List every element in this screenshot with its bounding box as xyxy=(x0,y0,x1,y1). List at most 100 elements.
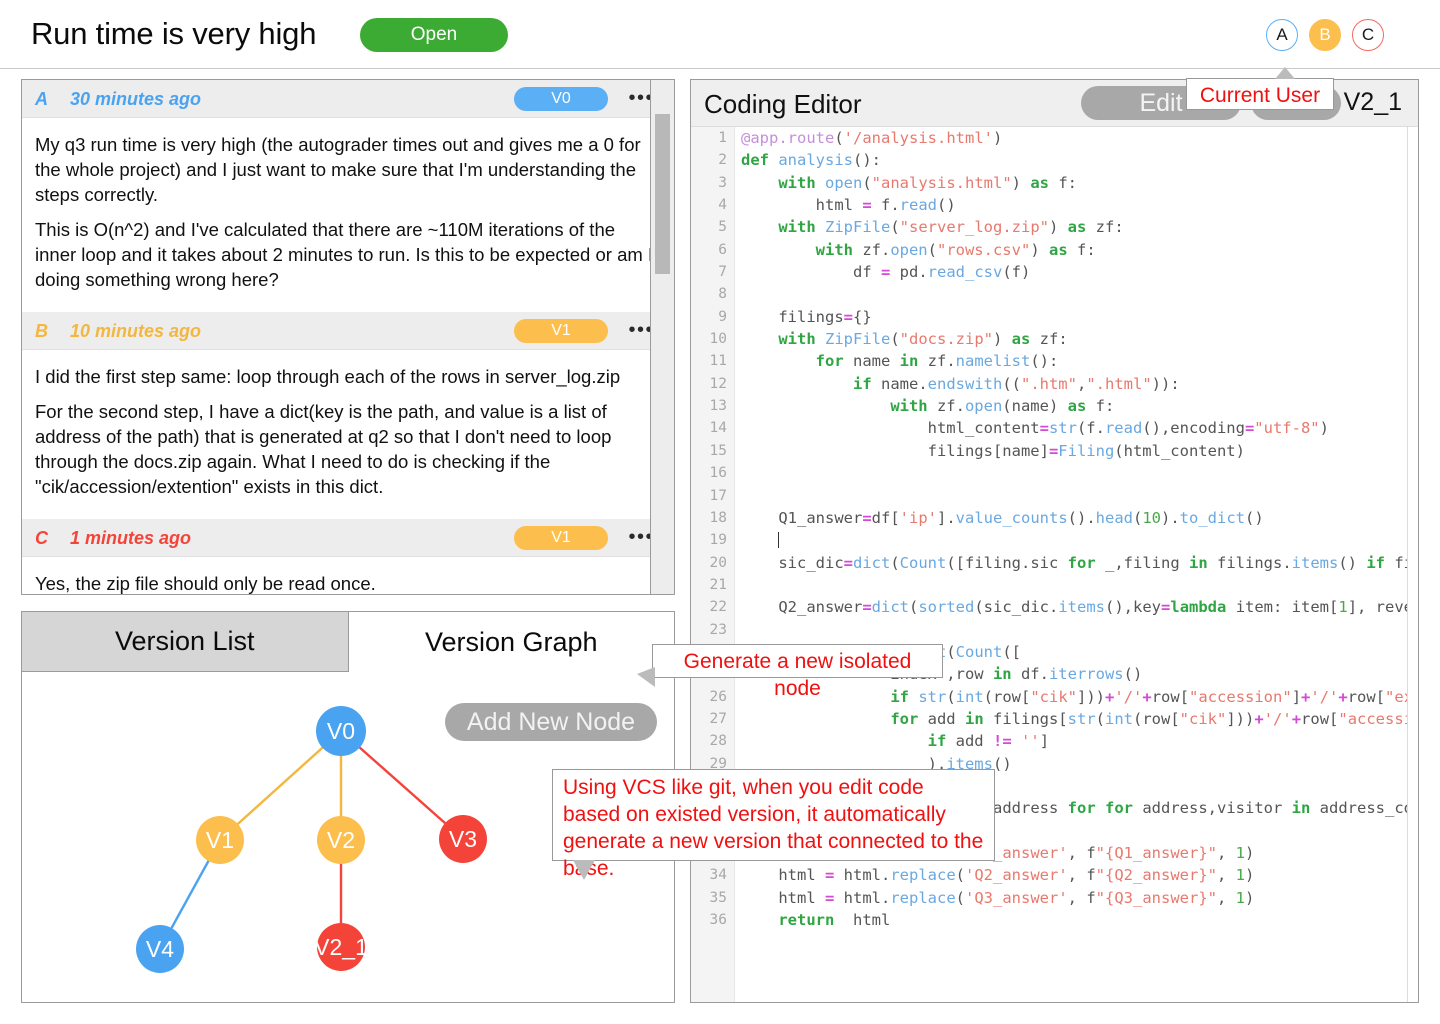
post-author: A xyxy=(35,89,48,109)
post-body: I did the first step same: loop through … xyxy=(22,350,674,519)
post-timestamp: 1 minutes ago xyxy=(70,528,192,548)
code-line: with ZipFile("docs.zip") as zf: xyxy=(778,330,1068,349)
line-number: 4 xyxy=(718,197,727,214)
post-author: B xyxy=(35,321,48,341)
code-line: sic_dic=dict(Count([filing.sic for _,fil… xyxy=(741,553,1414,572)
code-line: html = f.read() xyxy=(741,196,956,215)
post-header: B 10 minutes ago V1 ••• xyxy=(22,312,674,350)
line-number: 35 xyxy=(709,889,727,906)
callout-tail-icon xyxy=(1275,67,1295,79)
line-number: 9 xyxy=(718,308,727,325)
code-line: filings[name]=Filing(html_content) xyxy=(741,441,1245,460)
post-body: My q3 run time is very high (the autogra… xyxy=(22,118,674,312)
line-number: 3 xyxy=(718,174,727,191)
editor-title: Coding Editor xyxy=(704,89,862,119)
line-number: 14 xyxy=(709,420,727,437)
callout-vcs-explanation: Using VCS like git, when you edit code b… xyxy=(552,769,995,880)
code-line: if add != ''] xyxy=(927,732,1050,751)
line-number: 5 xyxy=(718,219,727,236)
code-line: if name.endswith((".htm",".html")): xyxy=(852,374,1180,393)
line-number: 16 xyxy=(709,465,727,482)
line-number: 22 xyxy=(709,599,727,616)
post-paragraph: I did the first step same: loop through … xyxy=(35,366,621,387)
line-number: 8 xyxy=(718,286,727,303)
top-bar: Run time is very high Open A B C xyxy=(0,0,1440,69)
page-title: Run time is very high xyxy=(31,16,317,51)
tab-version-list[interactable]: Version List xyxy=(22,612,349,672)
version-tabs: Version List Version Graph xyxy=(22,612,674,672)
line-number: 18 xyxy=(709,509,727,526)
post-paragraph: This is O(n^2) and I've calculated that … xyxy=(35,219,654,290)
version-node-v4[interactable]: V4 xyxy=(136,925,184,973)
version-node-v1[interactable]: V1 xyxy=(196,816,244,864)
version-node-v2[interactable]: V2 xyxy=(317,816,365,864)
callout-current-user: Current User xyxy=(1186,67,1334,110)
discussion-scrollbar[interactable] xyxy=(650,80,674,594)
avatar-group: A B C xyxy=(1266,19,1384,51)
post-timestamp: 30 minutes ago xyxy=(70,89,202,109)
line-number: 19 xyxy=(709,532,727,549)
post-header: A 30 minutes ago V0 ••• xyxy=(22,80,674,118)
callout-current-user-text: Current User xyxy=(1199,84,1321,107)
line-number: 21 xyxy=(709,576,727,593)
line-number: 28 xyxy=(709,733,727,750)
line-number: 7 xyxy=(718,264,727,281)
post-version-badge[interactable]: V0 xyxy=(514,87,608,111)
post-header: C 1 minutes ago V1 ••• xyxy=(22,519,674,557)
code-line: html_content=str(f.read(),encoding="utf-… xyxy=(741,419,1329,438)
scrollbar-thumb[interactable] xyxy=(655,114,670,274)
avatar-b[interactable]: B xyxy=(1309,19,1341,51)
line-number: 27 xyxy=(709,710,727,727)
callout-isolated-node-text: Generate a new isolated node xyxy=(683,650,912,700)
code-line: html = html.replace('Q3_answer', f"{Q3_a… xyxy=(741,888,1255,907)
editor-scrollbar[interactable] xyxy=(1407,127,1418,1002)
line-number: 23 xyxy=(709,621,727,638)
callout-tail-icon xyxy=(573,860,595,880)
line-number: 20 xyxy=(709,554,727,571)
code-line: with ZipFile("server_log.zip") as zf: xyxy=(778,218,1124,237)
code-line: with zf.open("rows.csv") as f: xyxy=(815,240,1096,259)
line-number: 12 xyxy=(709,375,727,392)
line-number: 17 xyxy=(709,487,727,504)
discussion-panel: A 30 minutes ago V0 ••• My q3 run time i… xyxy=(21,79,675,595)
version-node-v2_1[interactable]: V2_1 xyxy=(314,923,368,971)
code-line: with open("analysis.html") as f: xyxy=(778,173,1077,192)
code-line: with zf.open(name) as f: xyxy=(890,397,1115,416)
post-version-badge[interactable]: V1 xyxy=(514,526,608,550)
code-line: for add in filings[str(int(row["cik"]))+… xyxy=(890,709,1414,728)
code-line: Q1_answer=df['ip'].value_counts().head(1… xyxy=(741,508,1264,527)
discussion-post: A 30 minutes ago V0 ••• My q3 run time i… xyxy=(22,80,674,312)
line-number: 2 xyxy=(718,152,727,169)
version-node-v0[interactable]: V0 xyxy=(316,706,366,756)
avatar-c[interactable]: C xyxy=(1352,19,1384,51)
post-paragraph: My q3 run time is very high (the autogra… xyxy=(35,134,641,205)
callout-vcs-explanation-text: Using VCS like git, when you edit code b… xyxy=(563,776,984,880)
tab-version-graph[interactable]: Version Graph xyxy=(348,612,674,672)
post-paragraph: For the second step, I have a dict(key i… xyxy=(35,401,612,497)
discussion-post: C 1 minutes ago V1 ••• Yes, the zip file… xyxy=(22,519,674,594)
avatar-a[interactable]: A xyxy=(1266,19,1298,51)
editor-version-label: V2_1 xyxy=(1343,88,1402,116)
code-line: Q2_answer=dict(sorted(sic_dic.items(),ke… xyxy=(741,598,1414,617)
post-author: C xyxy=(35,528,48,548)
line-number: 13 xyxy=(709,398,727,415)
post-version-badge[interactable]: V1 xyxy=(514,319,608,343)
code-line: @app.route('/analysis.html') xyxy=(741,129,1003,147)
post-body: Yes, the zip file should only be read on… xyxy=(22,557,674,594)
code-line: def analysis(): xyxy=(741,151,881,170)
callout-isolated-node: Generate a new isolated node xyxy=(637,644,943,700)
line-number: 6 xyxy=(718,241,727,258)
code-line: df = pd.read_csv(f) xyxy=(741,263,1031,282)
code-line: filings={} xyxy=(741,307,872,326)
line-number: 15 xyxy=(709,442,727,459)
code-line: return html xyxy=(778,911,891,930)
status-badge[interactable]: Open xyxy=(360,18,508,52)
line-number: 1 xyxy=(718,130,727,146)
line-number: 10 xyxy=(709,331,727,348)
version-node-v3[interactable]: V3 xyxy=(439,815,487,863)
discussion-post: B 10 minutes ago V1 ••• I did the first … xyxy=(22,312,674,519)
